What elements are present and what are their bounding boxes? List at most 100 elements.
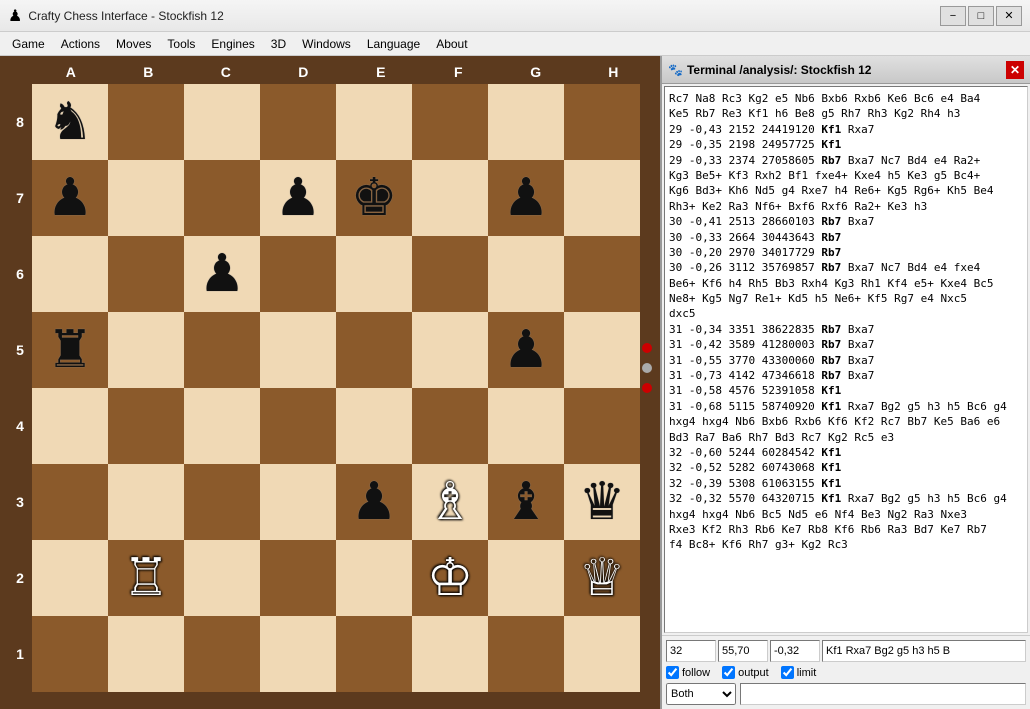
col-label-g: G: [497, 64, 575, 84]
cell-f2[interactable]: ♔: [412, 540, 488, 616]
close-button[interactable]: ✕: [996, 6, 1022, 26]
cell-d6[interactable]: [260, 236, 336, 312]
cell-a2[interactable]: [32, 540, 108, 616]
cell-f5[interactable]: [412, 312, 488, 388]
terminal-close-button[interactable]: ✕: [1006, 61, 1024, 79]
menu-game[interactable]: Game: [4, 35, 53, 53]
menu-3d[interactable]: 3D: [263, 35, 294, 53]
cell-b6[interactable]: [108, 236, 184, 312]
cell-c3[interactable]: [184, 464, 260, 540]
side-select[interactable]: Both White Black: [666, 683, 736, 705]
terminal-output[interactable]: Rc7 Na8 Rc3 Kg2 e5 Nb6 Bxb6 Rxb6 Ke6 Bc6…: [664, 86, 1028, 633]
board-row-1: 1: [8, 616, 652, 692]
cell-g5[interactable]: ♟: [488, 312, 564, 388]
cell-h8[interactable]: [564, 84, 640, 160]
cell-h3[interactable]: ♛: [564, 464, 640, 540]
limit-checkbox[interactable]: [781, 666, 794, 679]
terminal-eval-input[interactable]: [770, 640, 820, 662]
piece-e3: ♟: [351, 476, 398, 528]
terminal-title: 🐾 Terminal /analysis/: Stockfish 12: [668, 63, 871, 77]
cell-c1[interactable]: [184, 616, 260, 692]
cell-f7[interactable]: [412, 160, 488, 236]
cell-e4[interactable]: [336, 388, 412, 464]
terminal-line: 30 -0,26 3112 35769857 Rb7 Bxa7 Nc7 Bd4 …: [669, 260, 1023, 275]
col-label-b: B: [110, 64, 188, 84]
terminal-depth-input[interactable]: [666, 640, 716, 662]
cell-c4[interactable]: [184, 388, 260, 464]
cell-b1[interactable]: [108, 616, 184, 692]
terminal-line: Rh3+ Ke2 Ra3 Nf6+ Bxf6 Rxf6 Ra2+ Ke3 h3: [669, 199, 1023, 214]
cell-f8[interactable]: [412, 84, 488, 160]
menu-moves[interactable]: Moves: [108, 35, 159, 53]
cell-d5[interactable]: [260, 312, 336, 388]
cell-h7[interactable]: [564, 160, 640, 236]
cell-d1[interactable]: [260, 616, 336, 692]
menu-language[interactable]: Language: [359, 35, 428, 53]
cell-e6[interactable]: [336, 236, 412, 312]
cell-h2[interactable]: ♕: [564, 540, 640, 616]
cell-a8[interactable]: ♞: [32, 84, 108, 160]
cell-b7[interactable]: [108, 160, 184, 236]
cell-f3[interactable]: ♗: [412, 464, 488, 540]
cell-e2[interactable]: [336, 540, 412, 616]
menu-engines[interactable]: Engines: [203, 35, 262, 53]
cell-g2[interactable]: [488, 540, 564, 616]
cell-b3[interactable]: [108, 464, 184, 540]
cell-h4[interactable]: [564, 388, 640, 464]
cell-g3[interactable]: ♝: [488, 464, 564, 540]
cell-b8[interactable]: [108, 84, 184, 160]
output-checkbox[interactable]: [722, 666, 735, 679]
cell-d7[interactable]: ♟: [260, 160, 336, 236]
minimize-button[interactable]: −: [940, 6, 966, 26]
cell-d4[interactable]: [260, 388, 336, 464]
follow-checkbox[interactable]: [666, 666, 679, 679]
cell-g7[interactable]: ♟: [488, 160, 564, 236]
cell-e5[interactable]: [336, 312, 412, 388]
cell-a4[interactable]: [32, 388, 108, 464]
cell-a7[interactable]: ♟: [32, 160, 108, 236]
cell-a3[interactable]: [32, 464, 108, 540]
cell-e7[interactable]: ♚: [336, 160, 412, 236]
row-label-3: 3: [8, 494, 32, 510]
cell-f4[interactable]: [412, 388, 488, 464]
terminal-checkboxes-row: follow output limit: [666, 666, 1026, 679]
terminal-score-input[interactable]: [718, 640, 768, 662]
cell-e3[interactable]: ♟: [336, 464, 412, 540]
cell-b2[interactable]: ♖: [108, 540, 184, 616]
terminal-line: 29 -0,33 2374 27058605 Rb7 Bxa7 Nc7 Bd4 …: [669, 153, 1023, 168]
terminal-line: 32 -0,52 5282 60743068 Kf1: [669, 460, 1023, 475]
cell-d8[interactable]: [260, 84, 336, 160]
cell-g1[interactable]: [488, 616, 564, 692]
cell-h5[interactable]: [564, 312, 640, 388]
terminal-cmd-input[interactable]: [740, 683, 1026, 705]
cell-c7[interactable]: [184, 160, 260, 236]
cell-e1[interactable]: [336, 616, 412, 692]
cell-d3[interactable]: [260, 464, 336, 540]
menu-actions[interactable]: Actions: [53, 35, 108, 53]
cell-a5[interactable]: ♜: [32, 312, 108, 388]
cell-f6[interactable]: [412, 236, 488, 312]
cell-h1[interactable]: [564, 616, 640, 692]
cell-b4[interactable]: [108, 388, 184, 464]
cell-e8[interactable]: [336, 84, 412, 160]
cell-c2[interactable]: [184, 540, 260, 616]
cell-g8[interactable]: [488, 84, 564, 160]
terminal-move-input[interactable]: [822, 640, 1026, 662]
menu-about[interactable]: About: [428, 35, 475, 53]
maximize-button[interactable]: □: [968, 6, 994, 26]
menu-tools[interactable]: Tools: [159, 35, 203, 53]
cell-g4[interactable]: [488, 388, 564, 464]
cell-a1[interactable]: [32, 616, 108, 692]
cell-c6[interactable]: ♟: [184, 236, 260, 312]
output-checkbox-label: output: [722, 666, 769, 679]
cell-a6[interactable]: [32, 236, 108, 312]
cell-b5[interactable]: [108, 312, 184, 388]
cell-f1[interactable]: [412, 616, 488, 692]
cell-h6[interactable]: [564, 236, 640, 312]
cell-c8[interactable]: [184, 84, 260, 160]
cell-c5[interactable]: [184, 312, 260, 388]
menu-windows[interactable]: Windows: [294, 35, 359, 53]
cell-d2[interactable]: [260, 540, 336, 616]
cell-g6[interactable]: [488, 236, 564, 312]
row-label-7: 7: [8, 190, 32, 206]
